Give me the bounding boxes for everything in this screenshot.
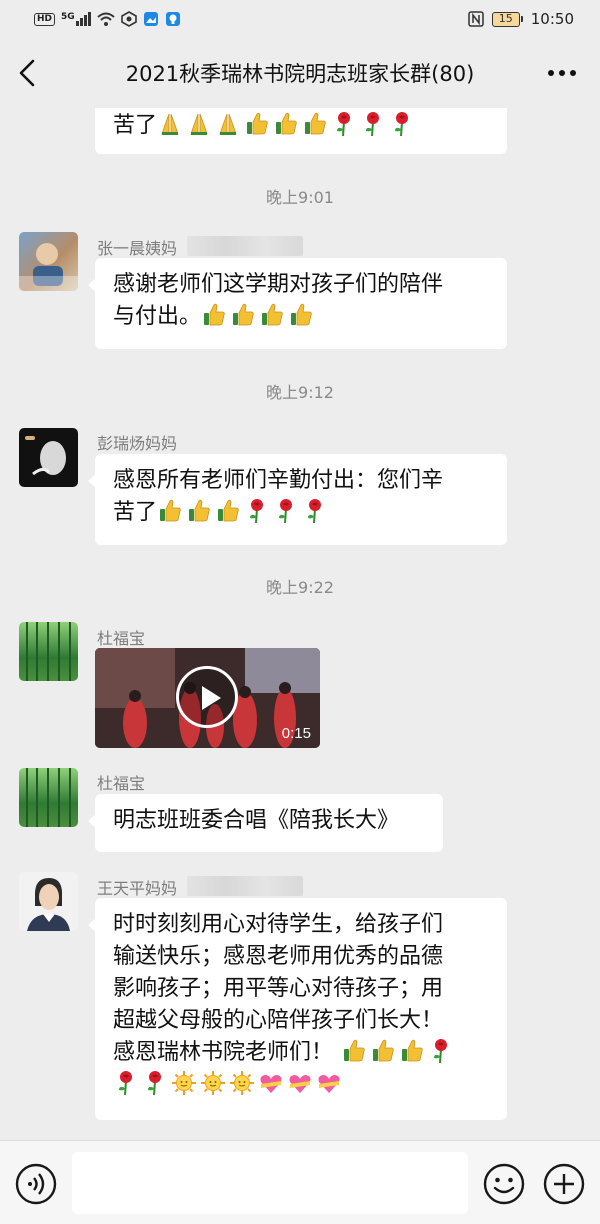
rose-emoji-icon — [331, 111, 357, 137]
avatar[interactable] — [19, 768, 78, 827]
message-line: 明志班班委合唱《陪我长大》 — [113, 808, 400, 833]
pray-emoji-icon — [186, 111, 212, 137]
heart-emoji-icon — [258, 1070, 284, 1096]
message-bubble[interactable]: 感恩所有老师们辛勤付出：您们辛 苦了 — [88, 454, 507, 545]
thumb-emoji-icon — [230, 302, 256, 328]
rose-emoji-icon — [273, 498, 299, 524]
hd-icon: HD — [34, 12, 56, 26]
thumb-emoji-icon — [341, 1038, 367, 1064]
rose-emoji-icon — [244, 498, 270, 524]
status-time: 10:50 — [530, 10, 574, 28]
sender-name: 杜福宝 — [97, 774, 146, 793]
video-message[interactable]: 0:15 — [95, 648, 320, 748]
video-duration: 0:15 — [281, 725, 311, 742]
thumb-emoji-icon — [259, 302, 285, 328]
thumb-emoji-icon — [273, 111, 299, 137]
rose-emoji-icon — [428, 1038, 454, 1064]
heart-emoji-icon — [316, 1070, 342, 1096]
emoji-button[interactable] — [482, 1162, 526, 1206]
thumb-emoji-icon — [201, 302, 227, 328]
message-input[interactable] — [72, 1152, 468, 1214]
voice-button[interactable] — [14, 1162, 58, 1206]
message-bubble[interactable]: 明志班班委合唱《陪我长大》 — [88, 794, 443, 852]
voice-icon — [15, 1163, 57, 1205]
thumb-emoji-icon — [244, 111, 270, 137]
thumb-emoji-icon — [157, 498, 183, 524]
more-button[interactable] — [542, 53, 582, 93]
emoji-row — [157, 500, 331, 525]
sender-name: 彭瑞炀妈妈 — [97, 434, 178, 453]
app-icon — [120, 11, 137, 27]
avatar[interactable] — [19, 622, 78, 681]
play-icon[interactable] — [176, 666, 238, 728]
sender-name: 杜福宝 — [97, 629, 146, 648]
sun-emoji-icon — [171, 1070, 197, 1096]
more-icon — [548, 70, 576, 76]
emoji-row — [157, 113, 418, 138]
message-line: 输送快乐；感恩老师用优秀的品德 — [113, 944, 444, 969]
timestamp: 晚上9:22 — [266, 578, 334, 597]
avatar[interactable] — [19, 872, 78, 931]
rose-emoji-icon — [142, 1070, 168, 1096]
chat-area[interactable]: 苦了 晚上9:01 张一晨姨妈 感谢老师们这学期对孩子们的陪伴 与付出。 晚上9… — [0, 108, 600, 1144]
input-bar — [0, 1140, 600, 1224]
wifi-icon — [97, 12, 115, 26]
chat-title: 2021秋季瑞林书院明志班家长群(80) — [125, 62, 475, 86]
plus-icon — [543, 1163, 585, 1205]
battery-icon: 15 — [491, 11, 523, 27]
signal-label: 5G — [61, 12, 75, 22]
sender-name: 王天平妈妈 — [97, 879, 178, 898]
back-button[interactable] — [18, 53, 52, 93]
thumb-emoji-icon — [399, 1038, 425, 1064]
nav-bar: 2021秋季瑞林书院明志班家长群(80) — [0, 38, 600, 108]
message-line: 苦了 — [113, 500, 158, 525]
message-bubble[interactable]: 苦了 — [95, 108, 507, 154]
rose-emoji-icon — [302, 498, 328, 524]
message-bubble[interactable]: 感谢老师们这学期对孩子们的陪伴 与付出。 — [88, 258, 507, 349]
message-bubble[interactable]: 时时刻刻用心对待学生，给孩子们 输送快乐；感恩老师用优秀的品德 影响孩子；用平等… — [88, 898, 507, 1120]
status-bar: HD 5G 15 10:50 — [0, 0, 600, 38]
timestamp: 晚上9:12 — [266, 383, 334, 402]
message-line: 超越父母般的心陪伴孩子们长大！ — [113, 1008, 444, 1033]
back-icon — [19, 59, 35, 87]
message-line: 感谢老师们这学期对孩子们的陪伴 — [113, 272, 444, 297]
timestamp: 晚上9:01 — [266, 188, 334, 207]
avatar[interactable] — [19, 232, 78, 291]
emoji-row — [113, 1072, 345, 1097]
thumb-emoji-icon — [302, 111, 328, 137]
thumb-emoji-icon — [288, 302, 314, 328]
blurred-name — [187, 236, 303, 256]
status-left: HD 5G — [34, 11, 181, 27]
message-line: 感恩所有老师们辛勤付出：您们辛 — [113, 468, 444, 493]
rose-emoji-icon — [113, 1070, 139, 1096]
nfc-icon — [468, 11, 484, 27]
sun-emoji-icon — [200, 1070, 226, 1096]
lightbulb-icon — [165, 12, 180, 26]
thumb-emoji-icon — [186, 498, 212, 524]
blurred-name — [187, 876, 303, 896]
pray-emoji-icon — [157, 111, 183, 137]
image-icon — [143, 12, 158, 26]
avatar[interactable] — [19, 428, 78, 487]
rose-emoji-icon — [389, 111, 415, 137]
plus-button[interactable] — [542, 1162, 586, 1206]
status-right: 15 10:50 — [468, 10, 574, 28]
signal-icon: 5G — [61, 12, 91, 26]
thumb-emoji-icon — [215, 498, 241, 524]
message-line: 感恩瑞林书院老师们！ — [113, 1040, 334, 1065]
battery-level: 15 — [491, 11, 520, 27]
rose-emoji-icon — [360, 111, 386, 137]
thumb-emoji-icon — [370, 1038, 396, 1064]
message-line: 时时刻刻用心对待学生，给孩子们 — [113, 912, 444, 937]
message-text: 苦了 — [113, 113, 158, 138]
pray-emoji-icon — [215, 111, 241, 137]
message-line: 影响孩子；用平等心对待孩子；用 — [113, 976, 444, 1001]
message-line: 与付出。 — [113, 304, 202, 329]
emoji-row — [201, 304, 317, 329]
emoji-icon — [483, 1163, 525, 1205]
sender-name: 张一晨姨妈 — [97, 239, 178, 258]
heart-emoji-icon — [287, 1070, 313, 1096]
sun-emoji-icon — [229, 1070, 255, 1096]
emoji-row — [341, 1040, 457, 1065]
